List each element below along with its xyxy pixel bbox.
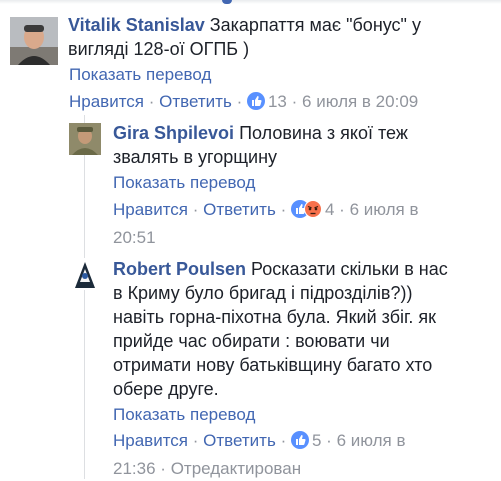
reply-link[interactable]: Ответить: [159, 92, 232, 111]
like-link[interactable]: Нравится: [69, 92, 144, 111]
timestamp-continued[interactable]: 20:51: [113, 225, 498, 250]
timestamp-continued[interactable]: 21:36: [113, 459, 156, 478]
comment-actions: Нравится · Ответить · 5 · 6 июля в 21:36…: [113, 428, 498, 481]
comment-text: прийде час обирати : воювати чи: [113, 331, 390, 351]
like-reaction-icon[interactable]: [290, 431, 309, 456]
comment-actions: Нравится · Ответить · 13 · 6 июля в 20:0…: [69, 89, 418, 117]
translate-row: Показать перевод: [113, 404, 255, 426]
comment-text: звалять в угорщину: [113, 147, 278, 167]
show-translation-link[interactable]: Показать перевод: [113, 405, 255, 424]
author-name[interactable]: Gira Shpilevoi: [113, 123, 234, 143]
separator: ·: [148, 92, 155, 111]
comment-text: навіть горна-піхотна була. Який збіг. як: [113, 307, 436, 327]
comment-text: отримати нову батьківщину багато хто: [113, 355, 433, 375]
like-reaction-icon[interactable]: [246, 92, 265, 117]
separator: ·: [280, 431, 287, 450]
reaction-count[interactable]: 13: [268, 92, 287, 111]
show-translation-link[interactable]: Показать перевод: [69, 65, 211, 84]
comment-body: Gira Shpilevoi Половина з якої теж зваля…: [113, 121, 498, 169]
separator: ·: [236, 92, 243, 111]
like-link[interactable]: Нравится: [113, 200, 188, 219]
comment-text: Половина з якої теж: [239, 123, 408, 143]
separator: ·: [192, 431, 199, 450]
reaction-count[interactable]: 4: [325, 200, 334, 219]
reply-link[interactable]: Ответить: [203, 200, 276, 219]
angry-reaction-icon[interactable]: [303, 200, 322, 225]
show-translation-link[interactable]: Показать перевод: [113, 173, 255, 192]
comment-text: Закарпаття має "бонус" у: [209, 15, 421, 35]
reply-thread-line: [84, 115, 85, 479]
comment-body: Robert Poulsen Росказати скільки в нас в…: [113, 257, 498, 401]
separator: ·: [192, 200, 199, 219]
edited-label[interactable]: Отредактирован: [171, 459, 301, 478]
avatar[interactable]: [10, 17, 58, 65]
author-name[interactable]: Robert Poulsen: [113, 259, 246, 279]
timestamp[interactable]: 6 июля в: [337, 431, 406, 450]
avatar[interactable]: [69, 123, 101, 155]
separator: ·: [326, 431, 332, 450]
author-name[interactable]: Vitalik Stanislav: [68, 15, 205, 35]
comment-text: Росказати скільки в нас: [251, 259, 448, 279]
top-divider: [0, 0, 501, 4]
translate-row: Показать перевод: [69, 64, 211, 86]
separator: ·: [280, 200, 287, 219]
timestamp[interactable]: 6 июля в: [350, 200, 419, 219]
translate-row: Показать перевод: [113, 172, 255, 194]
comment-text: в Криму було бригад і підрозділів?)): [113, 283, 413, 303]
reply-link[interactable]: Ответить: [203, 431, 276, 450]
reaction-count[interactable]: 5: [312, 431, 321, 450]
comment-body: Vitalik Stanislav Закарпаття має "бонус"…: [68, 13, 498, 61]
separator: ·: [160, 459, 166, 478]
comment-actions: Нравится · Ответить · 4 · 6 июля в 20:51: [113, 197, 498, 250]
separator: ·: [291, 92, 298, 111]
avatar[interactable]: [69, 258, 101, 290]
like-link[interactable]: Нравится: [113, 431, 188, 450]
timestamp[interactable]: 6 июля в 20:09: [302, 92, 418, 111]
separator: ·: [339, 200, 345, 219]
comment-text: обере друге.: [113, 379, 219, 399]
comment-text: вигляді 128-ої ОГПБ ): [68, 39, 250, 59]
